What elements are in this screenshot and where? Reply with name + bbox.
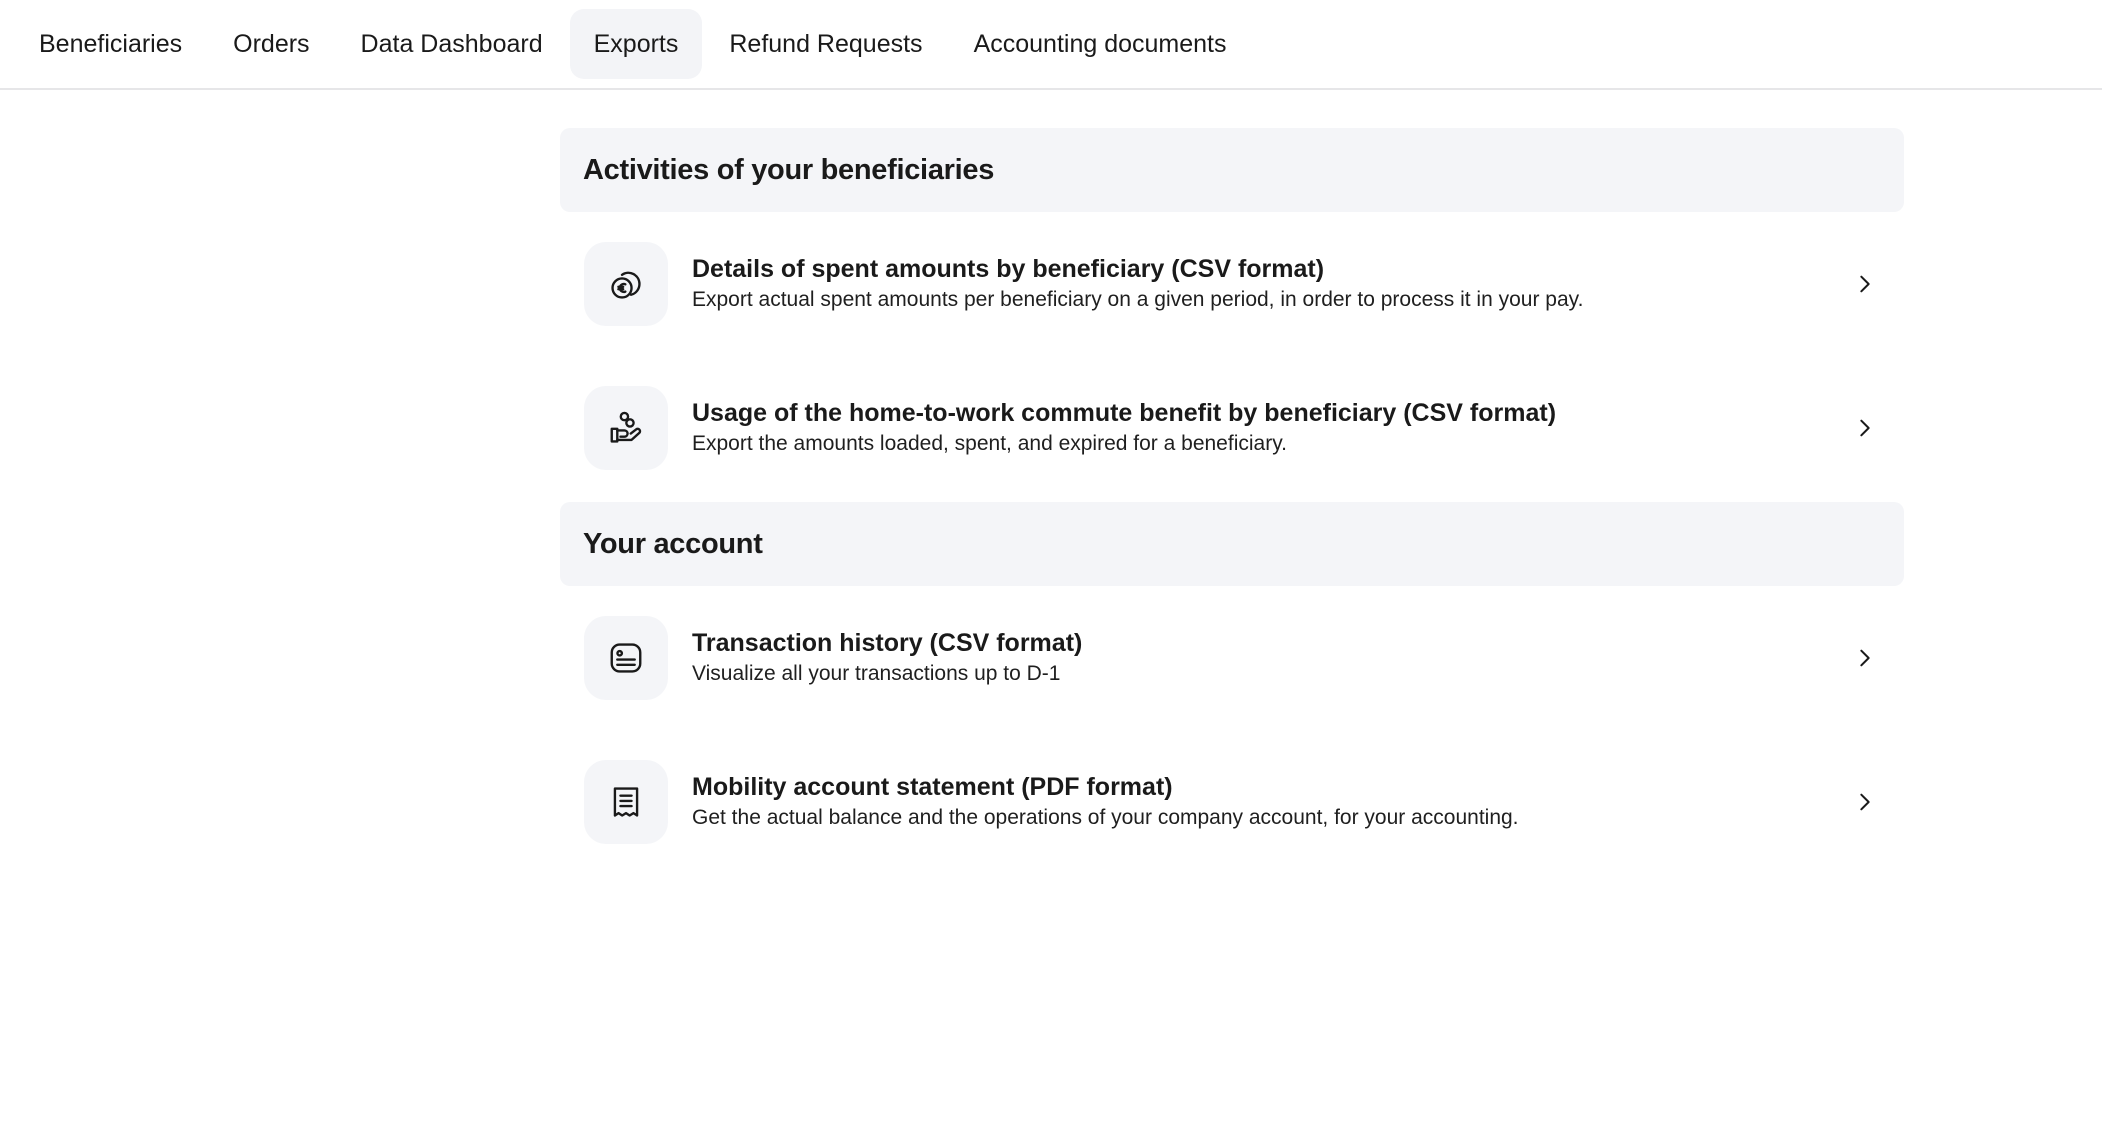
card-list-icon <box>584 616 668 700</box>
tab-accounting-documents[interactable]: Accounting documents <box>950 9 1251 79</box>
row-title: Usage of the home-to-work commute benefi… <box>692 399 1557 427</box>
row-description: Export actual spent amounts per benefici… <box>692 288 1584 311</box>
section-header-your-account: Your account <box>560 502 1904 586</box>
exports-content: Activities of your beneficiaries Details… <box>560 128 1904 874</box>
receipt-icon <box>584 760 668 844</box>
tab-data-dashboard[interactable]: Data Dashboard <box>337 9 567 79</box>
row-title: Mobility account statement (PDF format) <box>692 773 1173 801</box>
export-transaction-history-row[interactable]: Transaction history (CSV format) Visuali… <box>560 586 1904 730</box>
export-spent-amounts-row[interactable]: Details of spent amounts by beneficiary … <box>560 212 1904 356</box>
export-commute-benefit-row[interactable]: Usage of the home-to-work commute benefi… <box>560 356 1904 500</box>
euro-coins-icon <box>584 242 668 326</box>
row-title: Transaction history (CSV format) <box>692 629 1083 657</box>
hand-coins-icon <box>584 386 668 470</box>
chevron-right-icon <box>1860 793 1870 811</box>
tab-refund-requests[interactable]: Refund Requests <box>705 9 946 79</box>
tab-exports[interactable]: Exports <box>569 9 703 79</box>
chevron-right-icon <box>1860 275 1870 293</box>
tab-orders[interactable]: Orders <box>209 9 333 79</box>
chevron-right-icon <box>1860 649 1870 667</box>
row-description: Get the actual balance and the operation… <box>692 806 1519 829</box>
row-description: Visualize all your transactions up to D-… <box>692 662 1061 685</box>
row-description: Export the amounts loaded, spent, and ex… <box>692 432 1287 455</box>
row-title: Details of spent amounts by beneficiary … <box>692 255 1325 283</box>
tab-beneficiaries[interactable]: Beneficiaries <box>15 9 206 79</box>
chevron-right-icon <box>1860 419 1870 437</box>
top-navigation: Beneficiaries Orders Data Dashboard Expo… <box>0 0 2102 90</box>
export-account-statement-row[interactable]: Mobility account statement (PDF format) … <box>560 730 1904 874</box>
section-header-beneficiary-activities: Activities of your beneficiaries <box>560 128 1904 212</box>
